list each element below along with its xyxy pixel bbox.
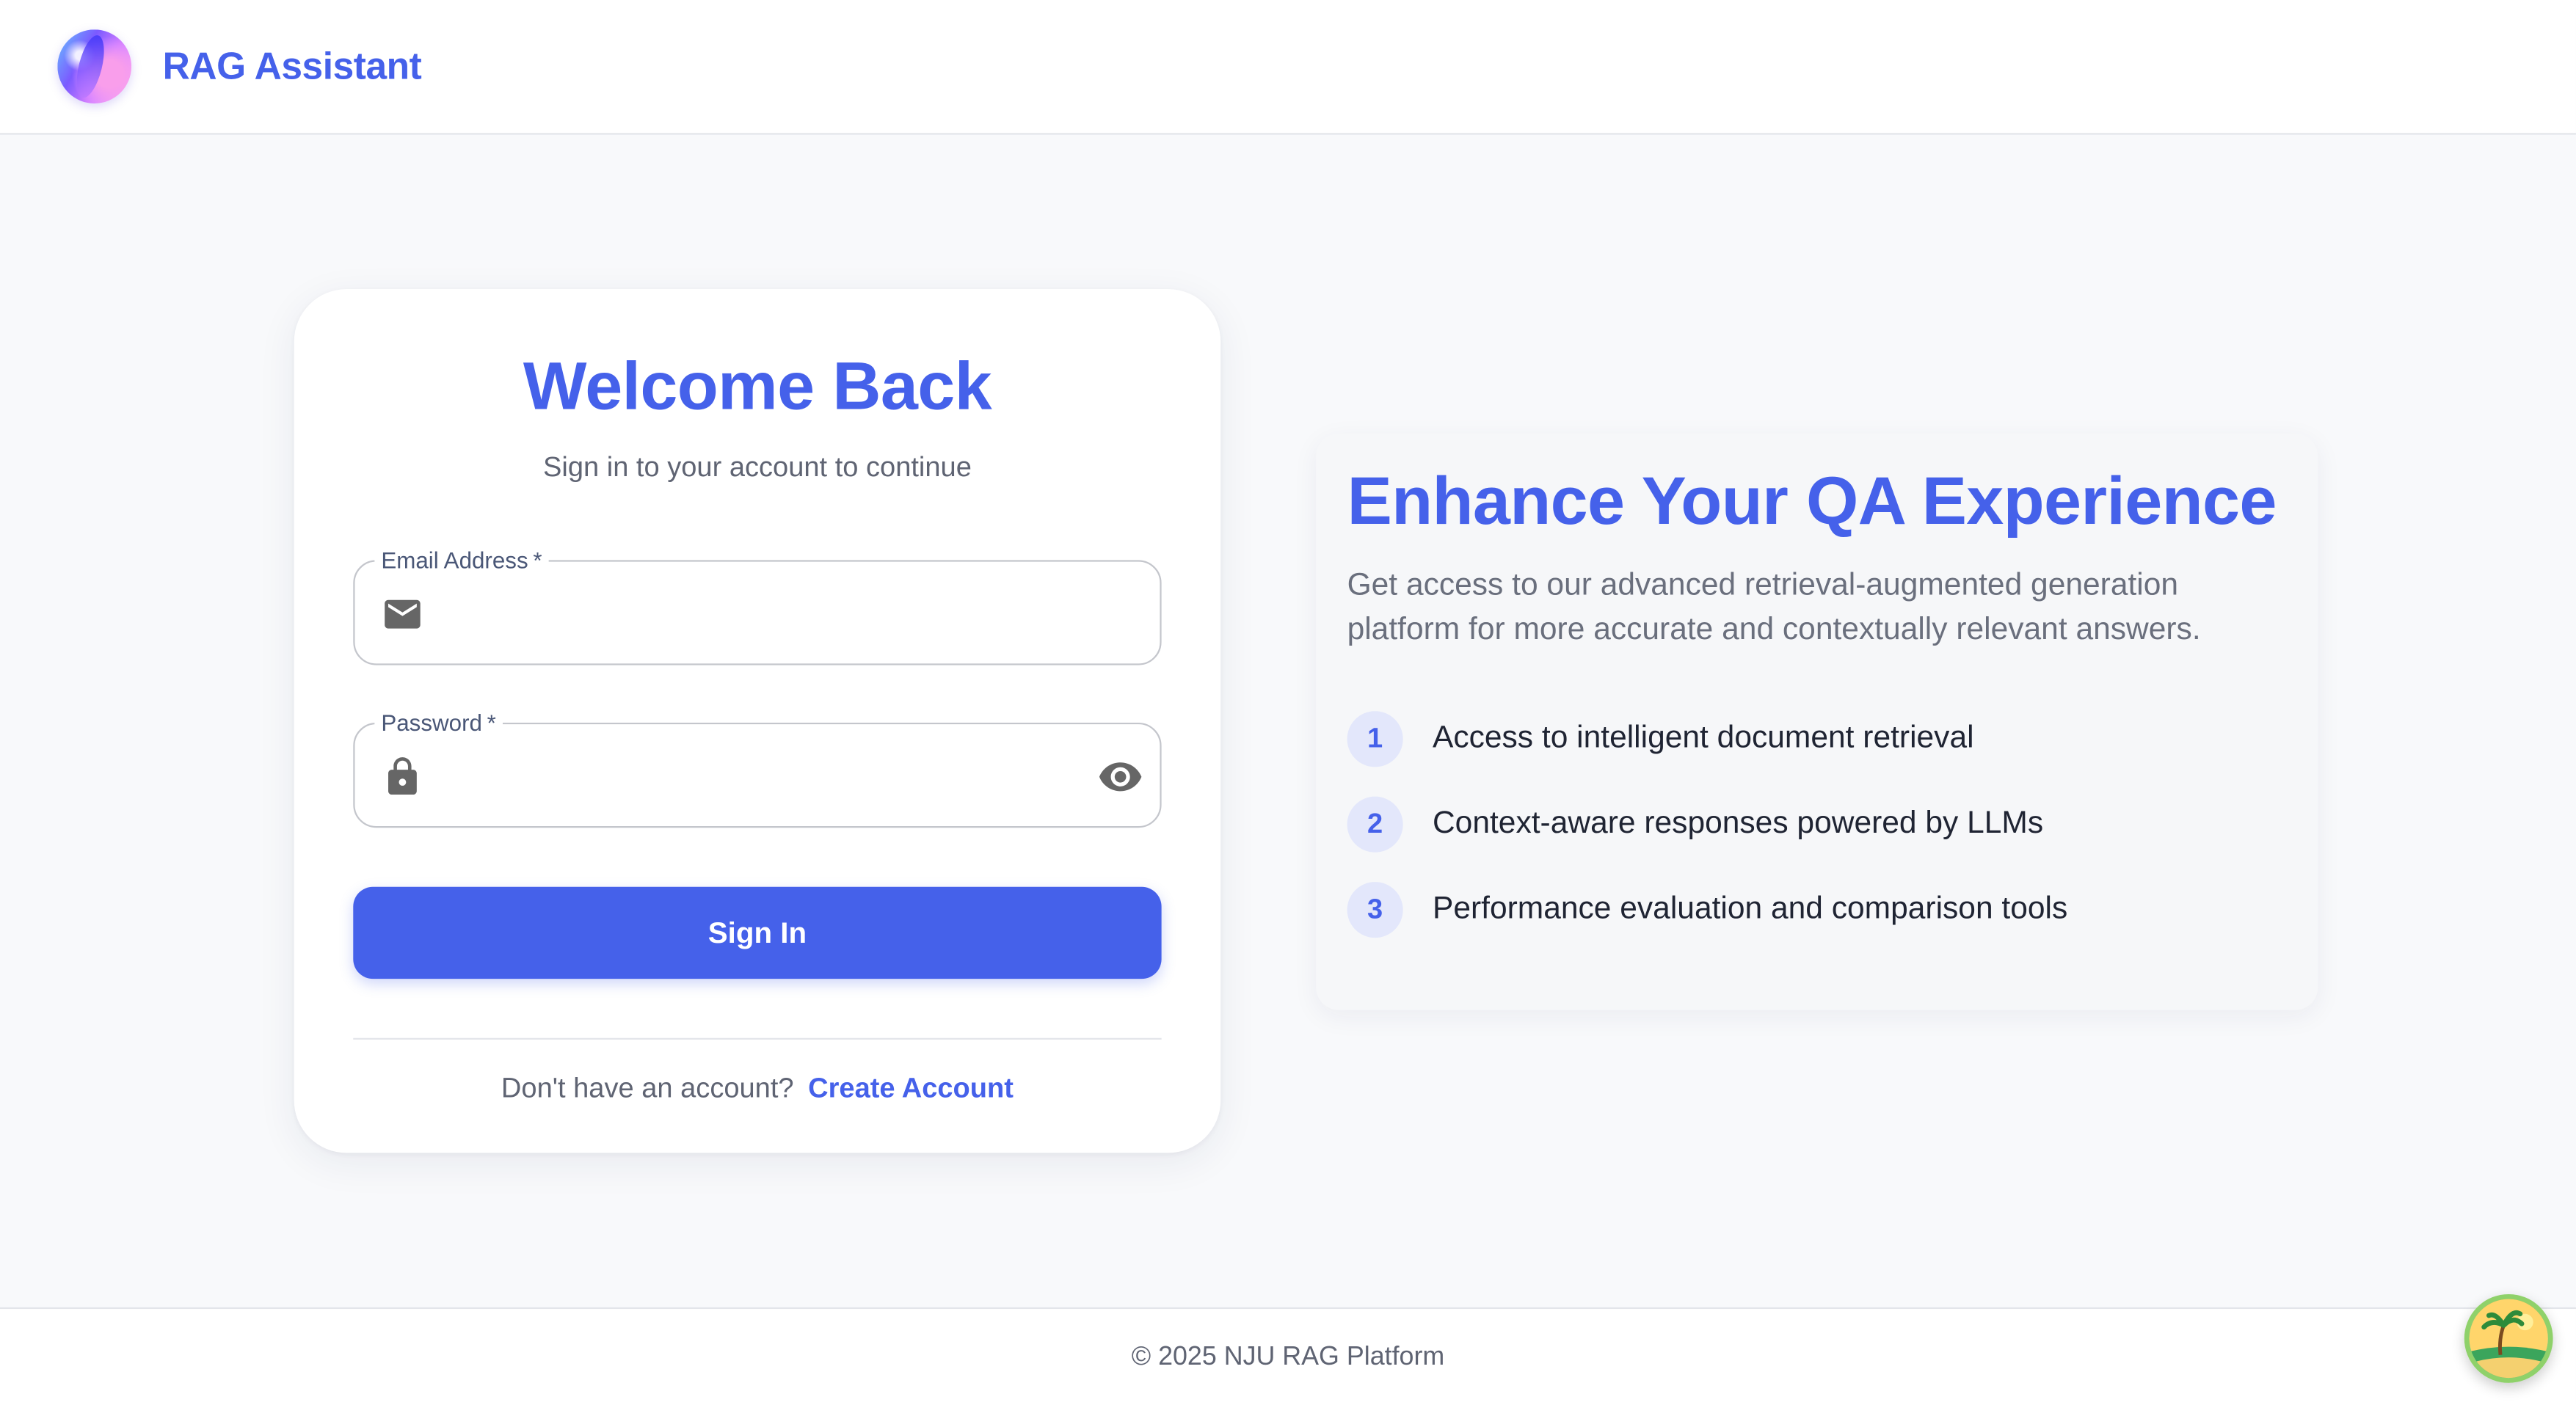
floating-assistant-icon[interactable] [2464,1293,2553,1383]
promo-title: Enhance Your QA Experience [1347,463,2277,539]
email-input[interactable] [450,581,1074,647]
feature-text: Context-aware responses powered by LLMs [1432,806,2044,842]
login-card: Welcome Back Sign in to your account to … [294,288,1221,1153]
signup-prompt: Don't have an account? [501,1072,794,1104]
email-field-label: Email Address * [374,547,549,574]
signup-row: Don't have an account? Create Account [294,1073,1221,1106]
sign-in-button[interactable]: Sign In [353,886,1162,979]
create-account-link[interactable]: Create Account [808,1073,1014,1104]
divider [353,1037,1162,1040]
promo-description: Get access to our advanced retrieval-aug… [1347,568,2201,647]
lock-icon [388,757,417,795]
password-field[interactable]: Password * [353,709,1162,828]
password-input[interactable] [450,744,1074,810]
email-field[interactable]: Email Address * [353,547,1162,665]
feature-number-badge: 1 [1347,711,1403,767]
feature-number-badge: 3 [1347,882,1403,938]
app-logo-icon [57,29,132,104]
password-field-label: Password * [374,709,503,736]
login-subtitle: Sign in to your account to continue [542,451,972,483]
palm-beach-icon [2469,1299,2548,1379]
feature-text: Performance evaluation and comparison to… [1432,891,2068,927]
login-title: Welcome Back [523,348,992,424]
promo-panel: Enhance Your QA Experience Get access to… [1316,433,2318,1010]
top-app-bar: RAG Assistant [0,0,2576,135]
footer: © 2025 NJU RAG Platform [0,1307,2576,1404]
feature-number-badge: 2 [1347,796,1403,853]
feature-text: Access to intelligent document retrieval [1432,720,1974,756]
copyright-text: © 2025 NJU RAG Platform [1131,1343,1445,1372]
page: RAG Assistant Welcome Back Sign in to yo… [0,0,2576,1404]
mail-icon [385,599,421,629]
eye-icon[interactable] [1097,753,1143,800]
app-title: RAG Assistant [162,44,422,87]
